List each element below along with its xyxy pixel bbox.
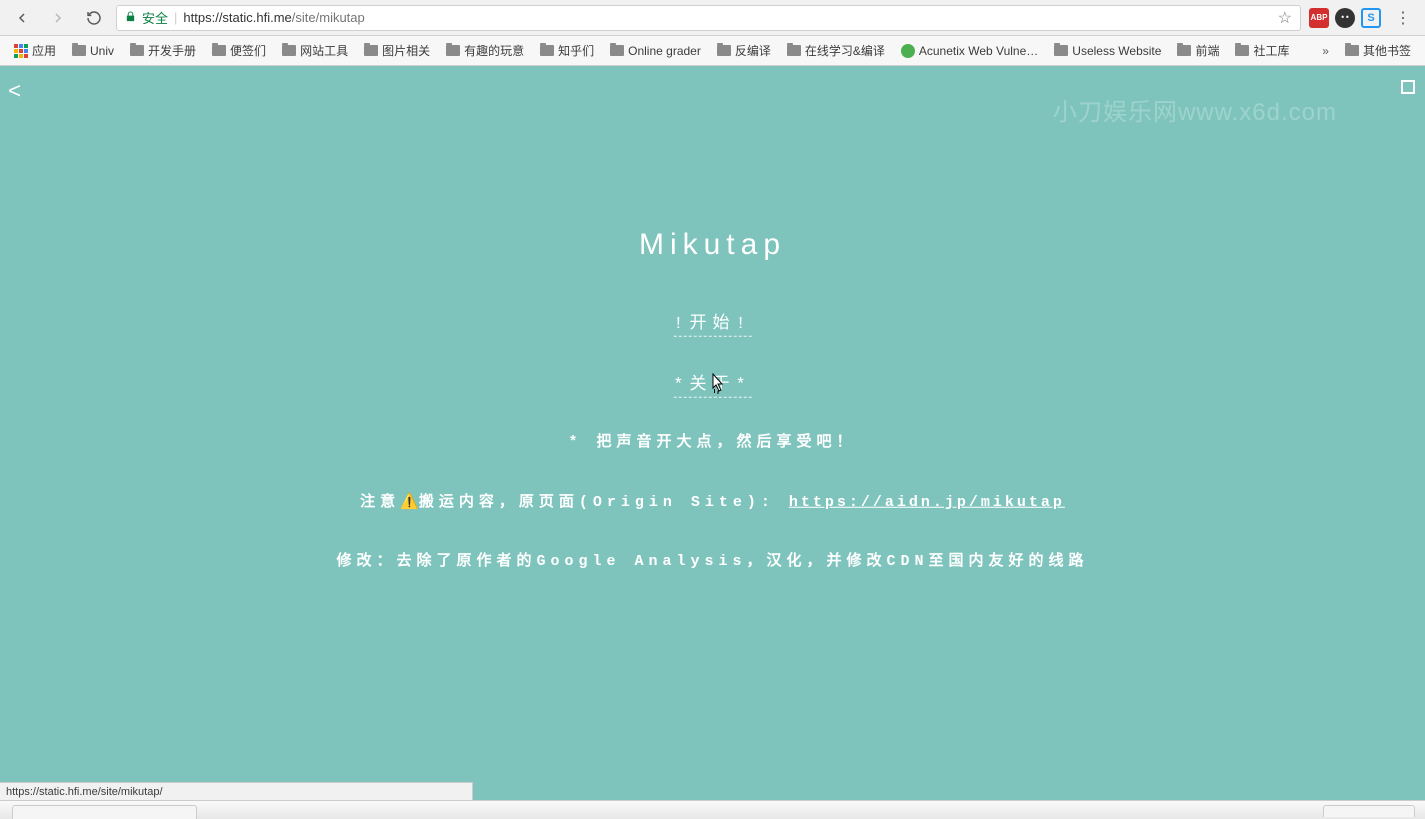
secure-label: 安全 bbox=[142, 8, 168, 27]
folder-icon bbox=[446, 45, 460, 56]
folder-icon bbox=[212, 45, 226, 56]
bookmark-folder-notes[interactable]: 便签们 bbox=[206, 39, 272, 62]
lock-icon bbox=[125, 10, 136, 26]
about-link[interactable]: *关于* bbox=[673, 369, 751, 398]
back-button[interactable] bbox=[8, 4, 36, 32]
fullscreen-icon[interactable] bbox=[1401, 80, 1415, 94]
other-bookmarks[interactable]: 其他书签 bbox=[1339, 39, 1417, 62]
bookmark-folder-images[interactable]: 图片相关 bbox=[358, 39, 436, 62]
page-title: Mikutap bbox=[71, 228, 1354, 262]
taskbar-right-box[interactable] bbox=[1323, 805, 1415, 817]
bookmark-folder-useless[interactable]: Useless Website bbox=[1048, 41, 1167, 61]
bookmark-folder-univ[interactable]: Univ bbox=[66, 41, 120, 61]
folder-icon bbox=[610, 45, 624, 56]
bookmark-folder-dev[interactable]: 开发手册 bbox=[124, 39, 202, 62]
extension-icon[interactable] bbox=[1335, 8, 1355, 28]
bookmark-folder-learn[interactable]: 在线学习&编译 bbox=[781, 39, 891, 62]
bookmark-folder-social[interactable]: 社工库 bbox=[1229, 39, 1295, 62]
bookmark-folder-frontend[interactable]: 前端 bbox=[1171, 39, 1225, 62]
apps-label: 应用 bbox=[32, 42, 56, 59]
watermark-text: 小刀娱乐网www.x6d.com bbox=[1053, 92, 1337, 127]
bookmark-folder-decompile[interactable]: 反编译 bbox=[711, 39, 777, 62]
bookmark-site-acunetix[interactable]: Acunetix Web Vulne… bbox=[895, 41, 1044, 61]
url-text: https://static.hfi.me/site/mikutap bbox=[183, 10, 1271, 25]
back-chevron[interactable]: < bbox=[8, 80, 21, 105]
bookmark-folder-webtools[interactable]: 网站工具 bbox=[276, 39, 354, 62]
folder-icon bbox=[1054, 45, 1068, 56]
folder-icon bbox=[1235, 45, 1249, 56]
center-content: Mikutap !开始! *关于* * 把声音开大点，然后享受吧！ 注意⚠️搬运… bbox=[71, 228, 1354, 609]
bookmarks-overflow-icon[interactable]: » bbox=[1316, 44, 1335, 58]
folder-icon bbox=[540, 45, 554, 56]
browser-toolbar: 安全 | https://static.hfi.me/site/mikutap … bbox=[0, 0, 1425, 36]
tip-text: * 把声音开大点，然后享受吧！ bbox=[71, 430, 1354, 456]
adblock-icon[interactable]: ABP bbox=[1309, 8, 1329, 28]
folder-icon bbox=[130, 45, 144, 56]
status-url: https://static.hfi.me/site/mikutap/ bbox=[6, 786, 163, 798]
url-divider: | bbox=[174, 10, 177, 25]
status-bar: https://static.hfi.me/site/mikutap/ bbox=[0, 782, 473, 800]
folder-icon bbox=[787, 45, 801, 56]
reload-button[interactable] bbox=[80, 4, 108, 32]
extension-s-icon[interactable]: S bbox=[1361, 8, 1381, 28]
notice-text: 注意⚠️搬运内容，原页面(Origin Site): https://aidn.… bbox=[71, 490, 1354, 516]
folder-icon bbox=[364, 45, 378, 56]
address-bar[interactable]: 安全 | https://static.hfi.me/site/mikutap … bbox=[116, 5, 1301, 31]
forward-button[interactable] bbox=[44, 4, 72, 32]
apps-grid-icon bbox=[14, 44, 28, 58]
taskbar bbox=[0, 800, 1425, 819]
bookmark-folder-fun[interactable]: 有趣的玩意 bbox=[440, 39, 530, 62]
bookmarks-bar: 应用 Univ 开发手册 便签们 网站工具 图片相关 有趣的玩意 知乎们 Onl… bbox=[0, 36, 1425, 66]
folder-icon bbox=[717, 45, 731, 56]
bookmark-star-icon[interactable]: ☆ bbox=[1278, 8, 1292, 28]
folder-icon bbox=[282, 45, 296, 56]
extension-icons: ABP S bbox=[1309, 8, 1381, 28]
start-link[interactable]: !开始! bbox=[673, 308, 751, 337]
origin-link[interactable]: https://aidn.jp/mikutap bbox=[789, 494, 1065, 511]
bookmark-folder-grader[interactable]: Online grader bbox=[604, 41, 707, 61]
folder-icon bbox=[72, 45, 86, 56]
taskbar-tab[interactable] bbox=[12, 805, 197, 819]
folder-icon bbox=[1345, 45, 1359, 56]
chrome-menu-icon[interactable]: ⋮ bbox=[1389, 8, 1417, 28]
apps-button[interactable]: 应用 bbox=[8, 39, 62, 62]
folder-icon bbox=[1177, 45, 1191, 56]
page-content: < 小刀娱乐网www.x6d.com Mikutap !开始! *关于* * 把… bbox=[0, 66, 1425, 800]
bookmark-folder-zhihu[interactable]: 知乎们 bbox=[534, 39, 600, 62]
site-icon bbox=[901, 44, 915, 58]
modification-text: 修改：去除了原作者的Google Analysis，汉化，并修改CDN至国内友好… bbox=[71, 549, 1354, 575]
